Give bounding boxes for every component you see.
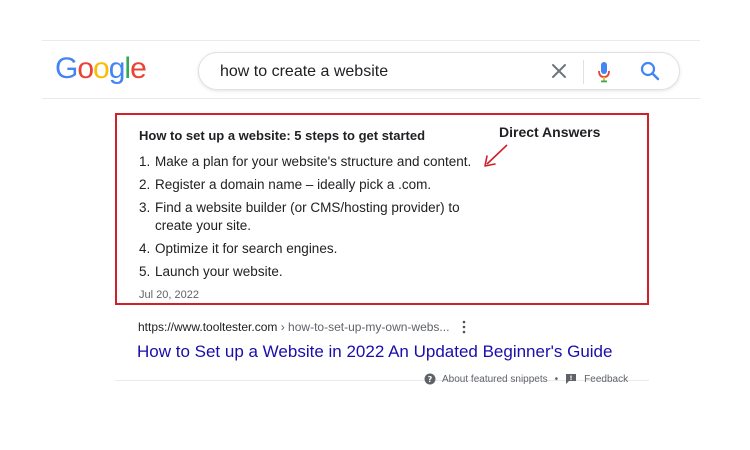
result-domain: https://www.tooltester.com [138,320,278,334]
magnifier-icon[interactable] [639,60,661,82]
result-title-link[interactable]: How to Set up a Website in 2022 An Updat… [137,342,612,362]
annotation-label: Direct Answers [499,124,601,140]
top-divider [42,40,700,41]
microphone-icon[interactable] [597,60,611,84]
footer-bullet: • [554,373,559,385]
list-item: 1. Make a plan for your website's structu… [139,154,472,169]
search-box[interactable]: how to create a website [198,52,680,90]
result-path: › how-to-set-up-my-own-webs... [277,320,450,334]
result-url[interactable]: https://www.tooltester.com › how-to-set-… [138,320,449,334]
list-item: 2. Register a domain name – ideally pick … [139,177,432,192]
steps-list: 1. Make a plan for your website's structu… [139,153,479,286]
more-vertical-icon[interactable] [461,320,467,334]
search-input[interactable]: how to create a website [220,63,388,81]
search-divider [583,60,584,84]
list-item: 5. Launch your website. [139,264,283,279]
snippet-title[interactable]: How to set up a website: 5 steps to get … [139,128,425,143]
feedback-link[interactable]: Feedback [584,374,628,385]
arrow-icon [484,144,508,167]
question-circle-icon: ? [424,373,436,385]
featured-snippet: How to set up a website: 5 steps to get … [115,113,649,305]
snippet-footer: ? About featured snippets • Feedback [424,373,628,385]
feedback-icon [566,374,577,384]
svg-text:?: ? [428,375,433,384]
header-divider [42,98,700,99]
list-item: 4. Optimize it for search engines. [139,241,338,256]
close-icon[interactable] [549,61,569,81]
google-logo[interactable]: Google [55,52,147,86]
about-snippets-link[interactable]: About featured snippets [442,374,548,385]
list-item: 3. Find a website builder (or CMS/hosting… [139,200,460,233]
snippet-date: Jul 20, 2022 [139,289,199,301]
